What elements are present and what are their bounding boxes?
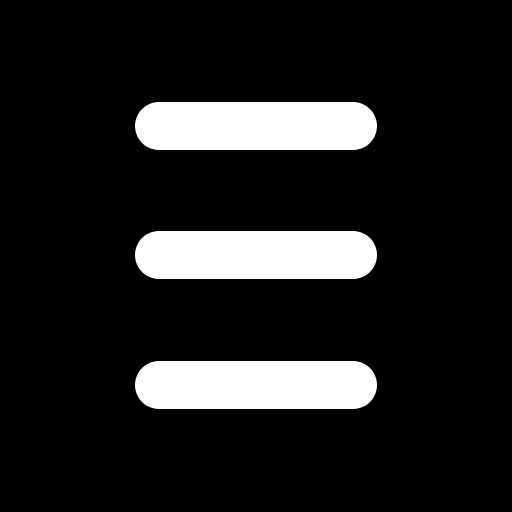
app-icon-canvas: [0, 0, 512, 512]
menu-bar-bottom: [135, 361, 377, 409]
menu-bar-top: [135, 102, 377, 150]
menu-bar-middle: [135, 231, 377, 279]
hamburger-menu-icon: [0, 0, 512, 512]
menu-button[interactable]: [0, 0, 512, 512]
